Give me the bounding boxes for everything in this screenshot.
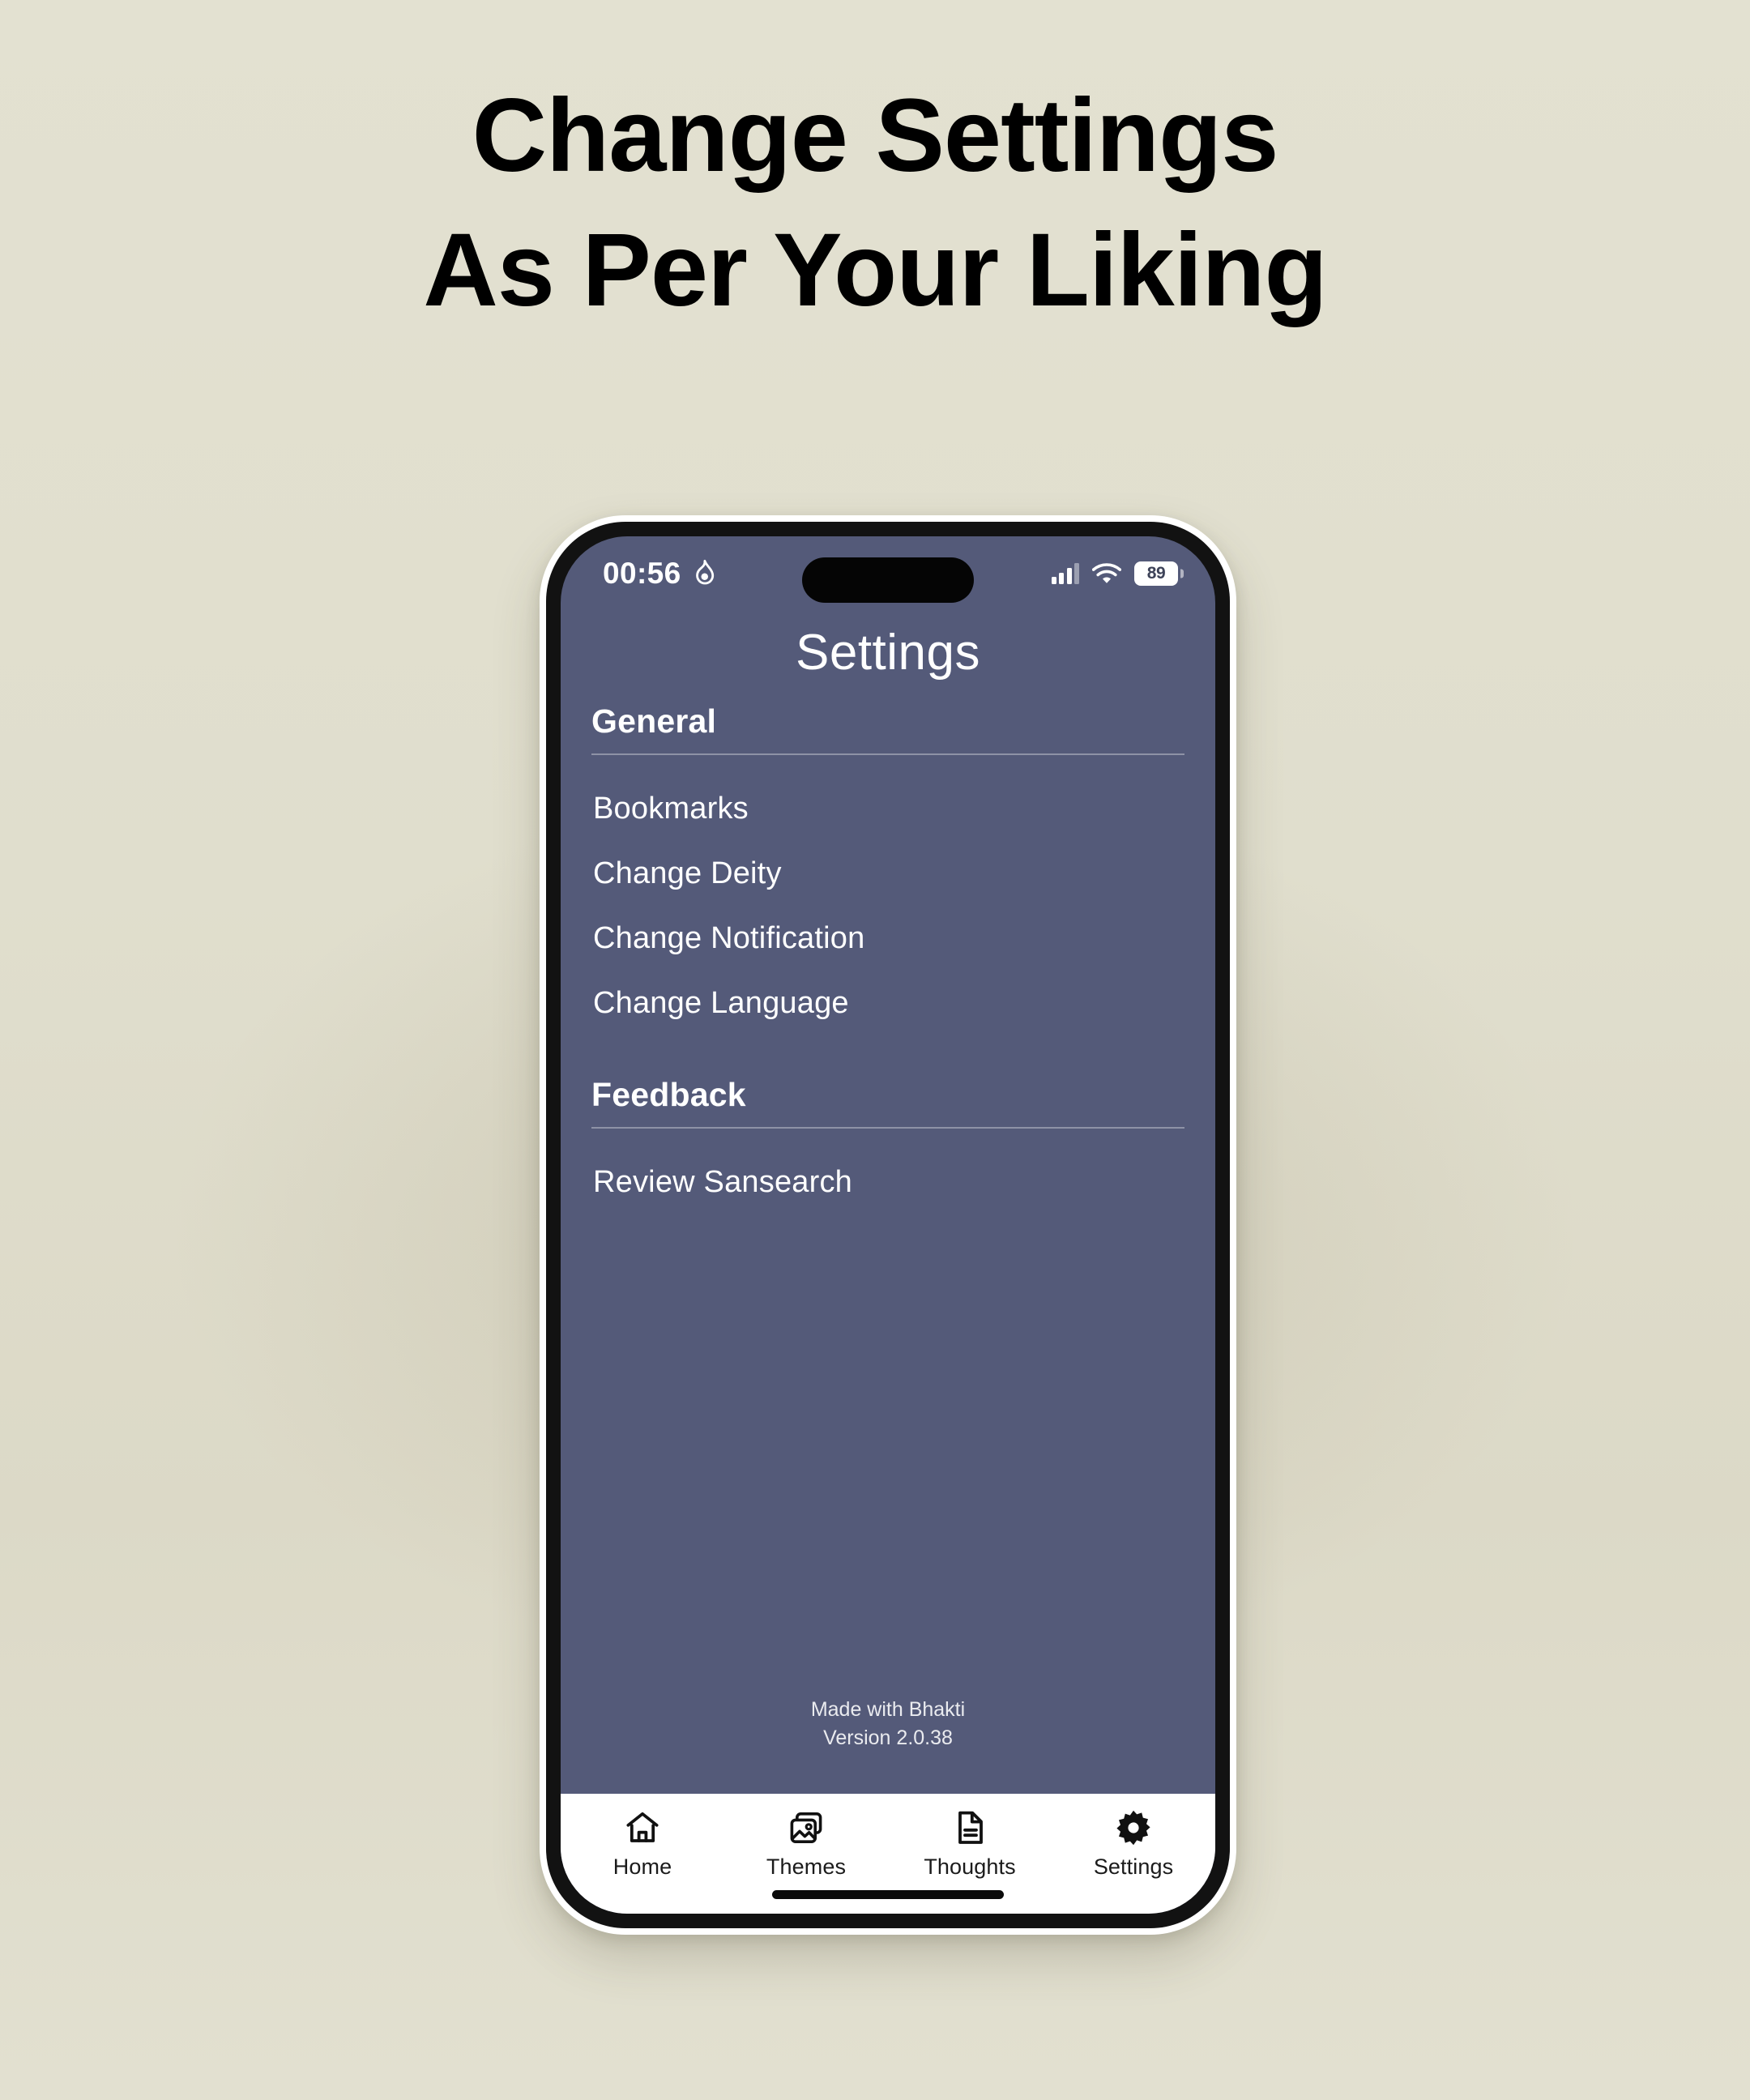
tab-themes[interactable]: Themes (724, 1808, 888, 1880)
phone-screen: 00:56 89 Settings General Bookmarks Chan… (561, 536, 1215, 1914)
tab-home[interactable]: Home (561, 1808, 724, 1880)
status-bar: 00:56 89 (561, 536, 1215, 611)
section-header-feedback: Feedback (591, 1076, 746, 1113)
section-divider-feedback (591, 1127, 1184, 1129)
status-bar-time: 00:56 (603, 557, 681, 590)
settings-item-review-sansearch[interactable]: Review Sansearch (591, 1150, 1184, 1214)
tab-thoughts[interactable]: Thoughts (888, 1808, 1052, 1880)
battery-percent-label: 89 (1146, 564, 1166, 583)
phone-mockup: 00:56 89 Settings General Bookmarks Chan… (540, 515, 1236, 1935)
tab-label-thoughts: Thoughts (924, 1855, 1016, 1879)
document-icon (950, 1808, 989, 1847)
headline-line-1: Change Settings (472, 78, 1279, 194)
promo-headline: Change Settings As Per Your Liking (0, 78, 1750, 329)
settings-item-change-language[interactable]: Change Language (591, 971, 1184, 1035)
flame-icon (690, 559, 716, 588)
phone-bezel: 00:56 89 Settings General Bookmarks Chan… (546, 522, 1230, 1928)
settings-content: General Bookmarks Change Deity Change No… (561, 702, 1215, 1794)
bottom-tab-bar: Home Themes Thoughts Settings (561, 1794, 1215, 1914)
image-gallery-icon (787, 1808, 826, 1847)
section-header-general: General (591, 702, 717, 740)
status-bar-right: 89 (1051, 561, 1178, 586)
battery-indicator: 89 (1134, 561, 1178, 586)
tab-label-home: Home (612, 1855, 672, 1879)
settings-item-bookmarks[interactable]: Bookmarks (591, 776, 1184, 841)
wifi-icon (1092, 562, 1121, 585)
footer-made-with: Made with Bhakti (810, 1698, 966, 1721)
gear-icon (1114, 1808, 1153, 1847)
section-divider-general (591, 753, 1184, 755)
headline-line-2: As Per Your Liking (423, 212, 1327, 328)
page-title: Settings (795, 625, 981, 681)
settings-item-change-notification[interactable]: Change Notification (591, 906, 1184, 971)
tab-label-settings: Settings (1093, 1855, 1174, 1879)
home-icon (623, 1808, 662, 1847)
tab-label-themes: Themes (766, 1855, 847, 1879)
home-indicator[interactable] (772, 1890, 1004, 1899)
app-footer: Made with Bhakti Version 2.0.38 (591, 1696, 1184, 1794)
footer-version: Version 2.0.38 (823, 1726, 953, 1749)
dynamic-island (802, 557, 974, 603)
status-bar-left: 00:56 (603, 557, 716, 591)
cellular-signal-icon (1051, 563, 1079, 584)
settings-item-change-deity[interactable]: Change Deity (591, 841, 1184, 906)
tab-settings[interactable]: Settings (1052, 1808, 1215, 1880)
